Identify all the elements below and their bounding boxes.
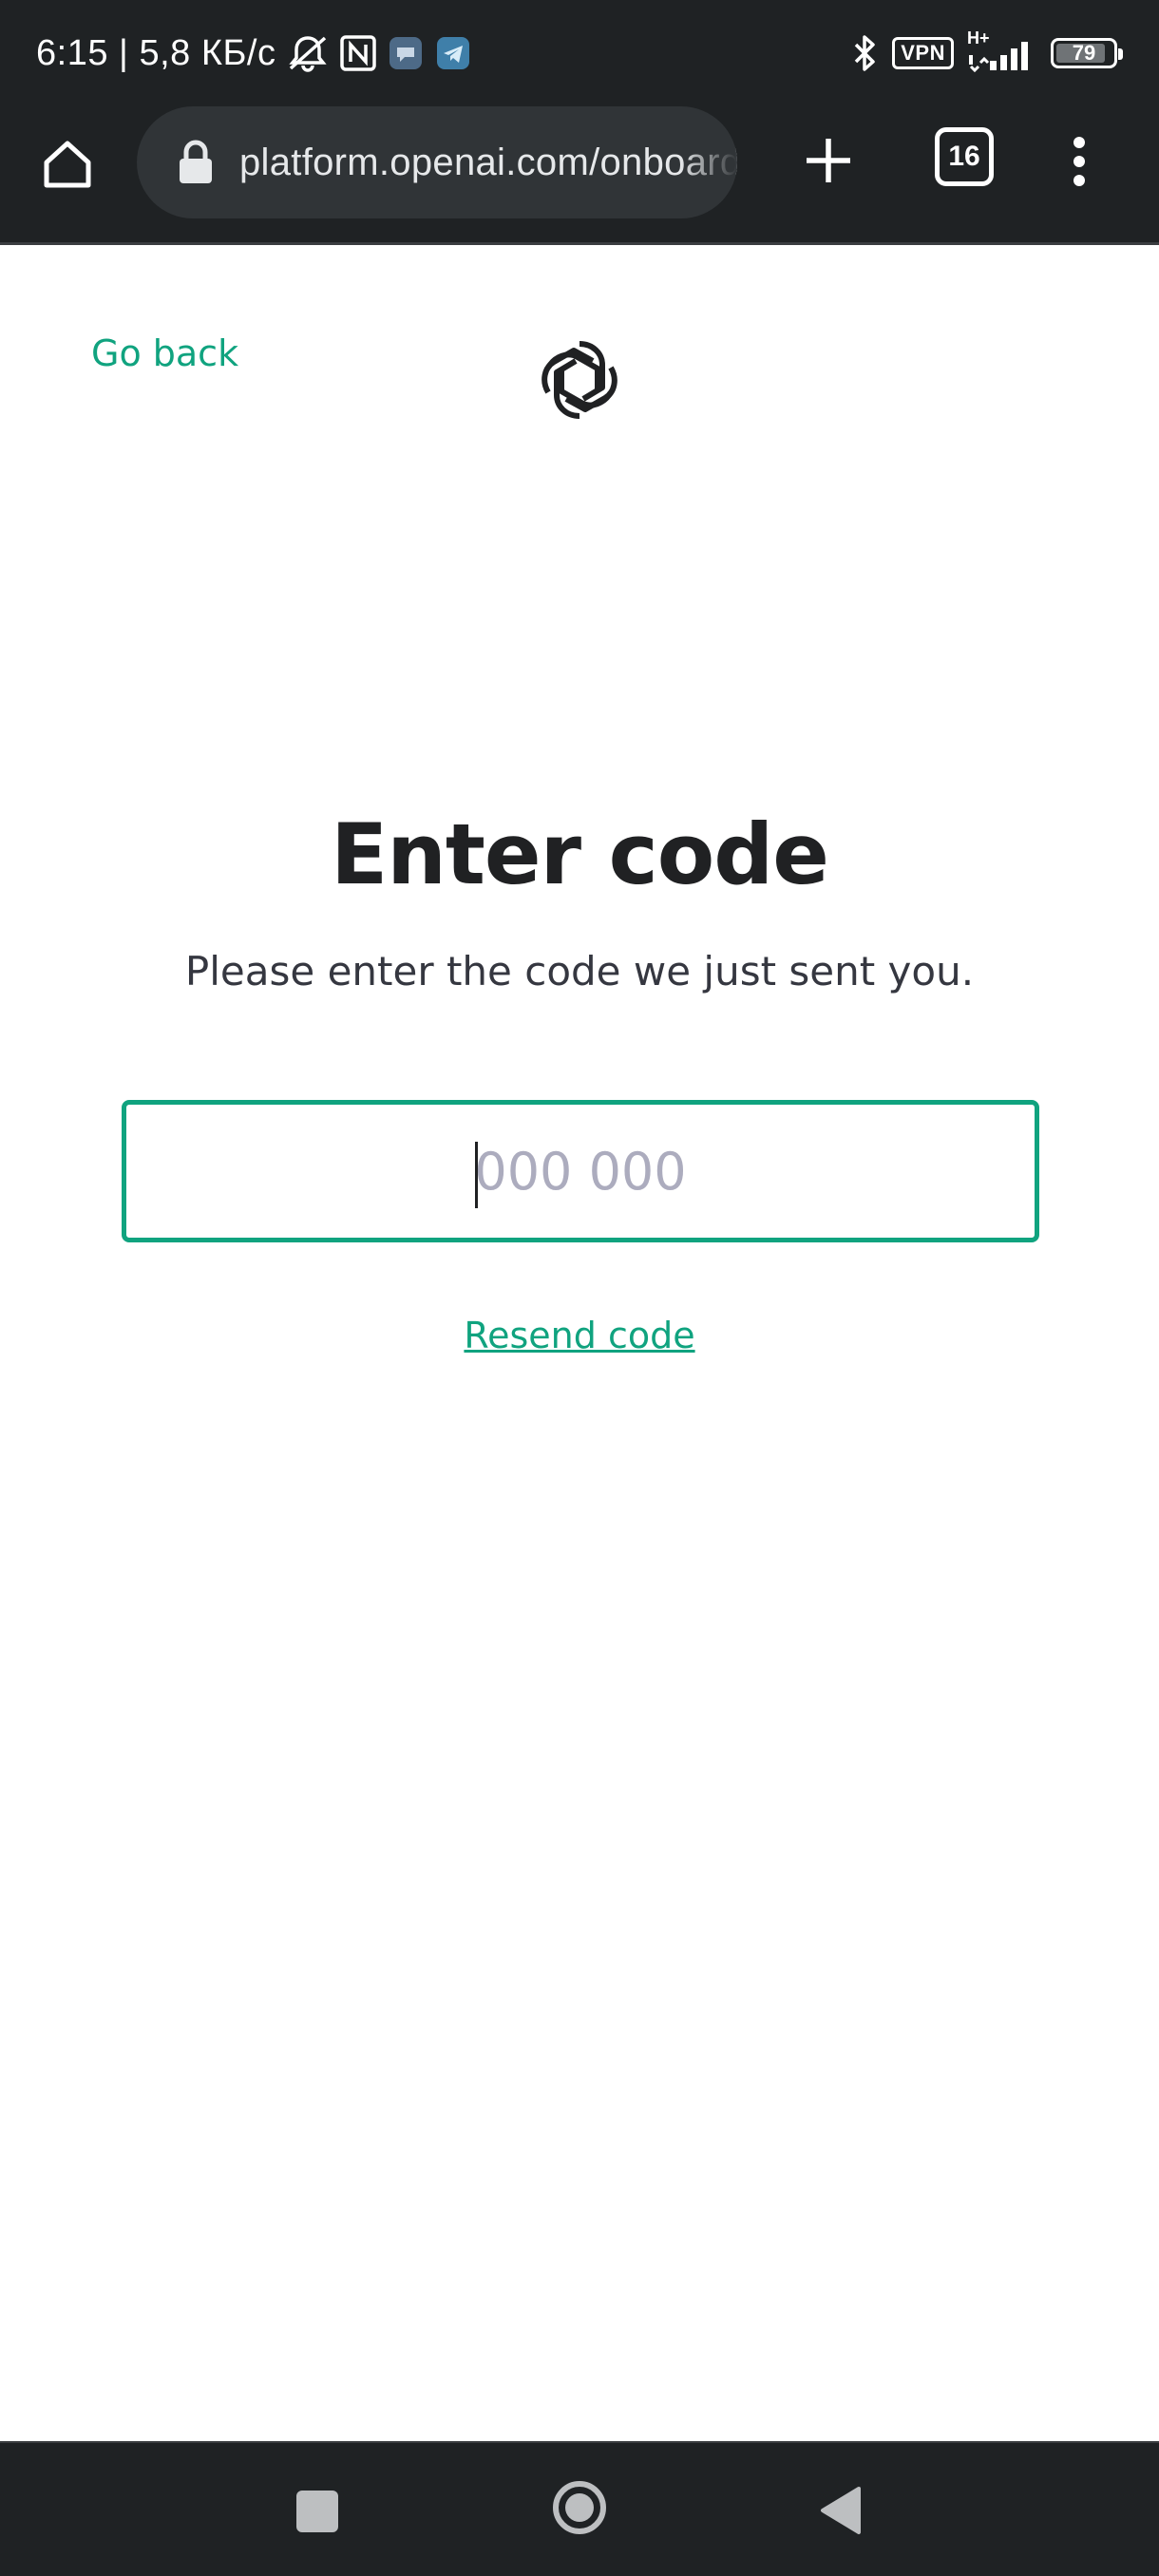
lock-icon xyxy=(180,140,212,183)
muted-notifications-icon xyxy=(287,34,329,72)
vpn-icon: VPN xyxy=(892,37,954,69)
page-subtitle: Please enter the code we just sent you. xyxy=(184,948,975,994)
page-title: Enter code xyxy=(331,805,829,903)
resend-code-link[interactable]: Resend code xyxy=(0,1315,1159,1356)
tabs-icon: 16 xyxy=(948,141,980,172)
home-button[interactable] xyxy=(34,131,101,198)
battery-icon: 79 xyxy=(1051,38,1123,68)
go-back-link[interactable]: Go back xyxy=(91,332,238,374)
plus-icon xyxy=(807,139,850,182)
network-type-label: H+ xyxy=(967,28,990,47)
nfc-icon xyxy=(340,35,377,71)
home-circle-icon[interactable] xyxy=(551,2479,608,2536)
signal-icon: H+ xyxy=(967,28,1037,72)
back-triangle-icon[interactable] xyxy=(817,2485,863,2536)
more-vert-icon xyxy=(1074,137,1085,186)
telegram-icon xyxy=(435,35,471,71)
status-right: VPN H+ 79 xyxy=(852,28,1123,78)
app-notification-icon xyxy=(388,35,424,71)
url-fade xyxy=(680,106,737,218)
system-nav-bar xyxy=(0,2441,1159,2576)
bluetooth-icon xyxy=(852,33,879,73)
text-caret xyxy=(475,1142,478,1208)
status-left: 6:15 | 5,8 КБ/с xyxy=(36,28,471,78)
menu-button[interactable] xyxy=(1054,127,1104,196)
home-icon xyxy=(44,141,91,188)
battery-level: 79 xyxy=(1072,41,1096,65)
new-tab-button[interactable] xyxy=(794,126,863,195)
url-bar[interactable]: platform.openai.com/onboarding xyxy=(137,106,737,218)
url-text: platform.openai.com/onboarding xyxy=(239,141,737,183)
recents-icon[interactable] xyxy=(296,2491,338,2532)
status-time-speed: 6:15 | 5,8 КБ/с xyxy=(36,32,276,73)
tabs-button[interactable]: 16 xyxy=(935,127,994,186)
code-input[interactable] xyxy=(122,1100,1039,1242)
status-bar: 6:15 | 5,8 КБ/с VPN H+ 79 xyxy=(0,0,1159,106)
browser-toolbar: platform.openai.com/onboarding 16 xyxy=(0,106,1159,245)
openai-logo xyxy=(542,341,618,419)
